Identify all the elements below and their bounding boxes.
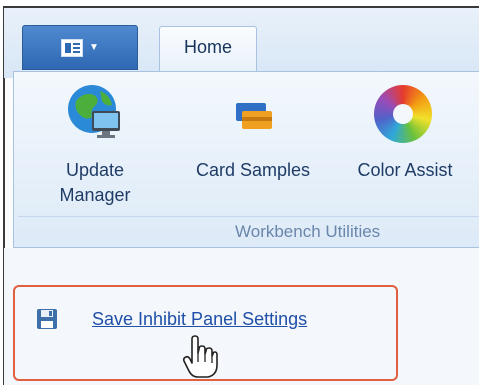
hand-cursor-icon — [182, 335, 218, 378]
card-samples-icon — [236, 103, 272, 129]
update-manager-button[interactable]: Update Manager — [50, 158, 140, 208]
application-menu-icon — [61, 38, 84, 57]
globe-monitor-icon — [68, 85, 120, 138]
chevron-down-icon: ▼ — [89, 42, 99, 53]
color-assist-label: Color Assist — [357, 160, 453, 180]
color-assist-button[interactable]: Color Assist — [340, 158, 470, 183]
floppy-disk-icon — [37, 309, 57, 329]
ribbon-group-label: Workbench Utilities — [235, 222, 381, 241]
card-samples-button[interactable]: Card Samples — [182, 158, 324, 183]
update-manager-label-line2: Manager — [59, 185, 131, 205]
card-samples-label: Card Samples — [195, 160, 311, 180]
tab-home[interactable]: Home — [159, 26, 257, 72]
application-menu-button[interactable]: ▼ — [22, 25, 138, 70]
ribbon-group-divider — [18, 216, 479, 217]
color-wheel-icon — [374, 85, 432, 143]
save-inhibit-panel-settings-link[interactable]: Save Inhibit Panel Settings — [92, 309, 307, 330]
update-manager-label-line1: Update — [65, 160, 125, 180]
